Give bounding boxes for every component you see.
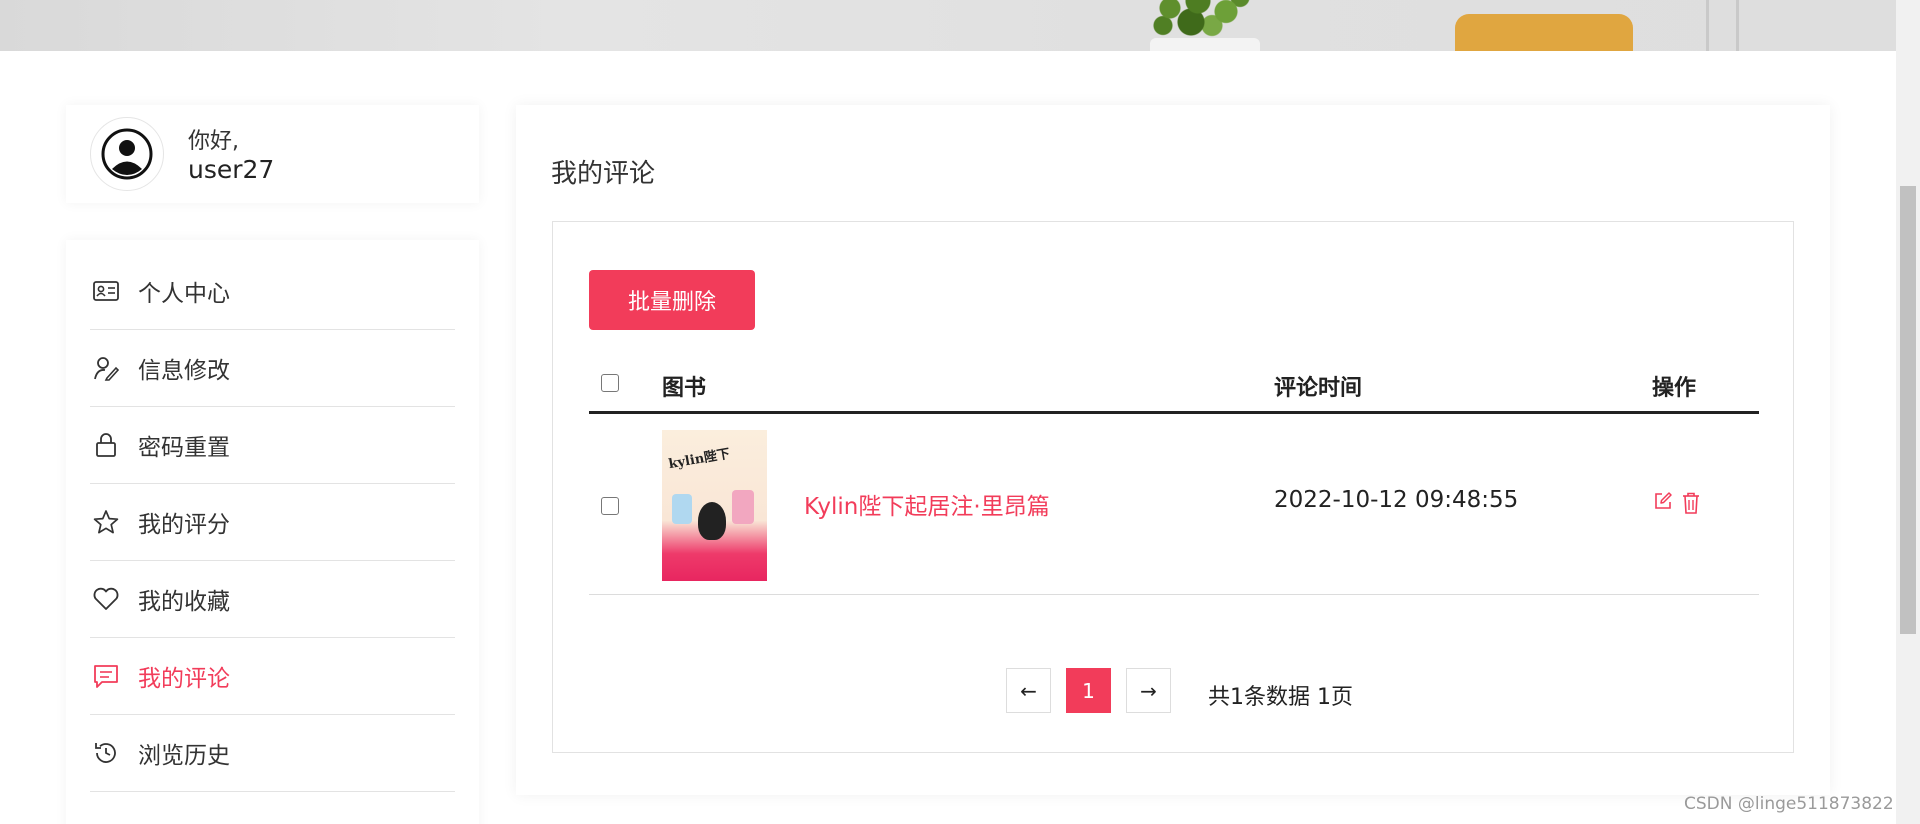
sidebar-item-label: 我的评论: [138, 666, 230, 692]
prev-page-button[interactable]: ←: [1006, 668, 1051, 713]
lock-icon: [92, 431, 120, 459]
header-banner: [0, 0, 1896, 51]
page-title: 我的评论: [551, 159, 656, 189]
chair-image: [1455, 14, 1633, 51]
cover-decoration: [732, 490, 754, 524]
avatar[interactable]: [90, 117, 164, 191]
id-card-icon: [92, 277, 120, 305]
sidebar-item-password[interactable]: 密码重置: [90, 407, 455, 484]
sidebar-item-label: 个人中心: [138, 281, 230, 307]
pagination-info: 共1条数据 1页: [1208, 685, 1353, 710]
comments-panel: 我的评论 批量删除 图书 评论时间 操作 kylin陛下 Kylin陛下起居注·…: [516, 105, 1830, 795]
table-row: kylin陛下 Kylin陛下起居注·里昂篇 2022-10-12 09:48:…: [589, 417, 1759, 595]
column-header-time: 评论时间: [1274, 376, 1363, 401]
heart-icon: [92, 585, 120, 613]
book-cover-art: kylin陛下: [667, 446, 732, 473]
sidebar-item-label: 浏览历史: [138, 743, 230, 769]
sidebar-item-comments[interactable]: 我的评论: [90, 638, 455, 715]
comment-time: 2022-10-12 09:48:55: [1274, 487, 1519, 513]
divider: [1736, 0, 1739, 51]
sidebar-item-label: 密码重置: [138, 435, 230, 461]
user-edit-icon: [92, 354, 120, 382]
cover-decoration: [698, 502, 726, 540]
select-all-checkbox[interactable]: [601, 374, 619, 392]
sidebar-item-favorites[interactable]: 我的收藏: [90, 561, 455, 638]
scrollbar-thumb[interactable]: [1900, 186, 1916, 634]
sidebar-item-label: 我的评分: [138, 512, 230, 538]
sidebar-item-history[interactable]: 浏览历史: [90, 715, 455, 792]
table-header: 图书 评论时间 操作: [589, 350, 1759, 414]
row-actions: [1653, 491, 1701, 519]
sidebar-item-profile[interactable]: 个人中心: [90, 253, 455, 330]
page-1-button[interactable]: 1: [1066, 668, 1111, 713]
sidebar-item-label: 我的收藏: [138, 589, 230, 615]
divider: [1706, 0, 1709, 51]
row-checkbox[interactable]: [601, 497, 619, 515]
book-title-link[interactable]: Kylin陛下起居注·里昂篇: [804, 487, 1050, 521]
history-icon: [92, 739, 120, 767]
edit-icon[interactable]: [1653, 491, 1673, 519]
page-scrollbar[interactable]: [1896, 0, 1920, 824]
batch-delete-button[interactable]: 批量删除: [589, 270, 755, 330]
trash-icon[interactable]: [1681, 491, 1701, 519]
comment-icon: [92, 662, 120, 690]
sidebar-menu: 个人中心 信息修改 密码重置 我的评分 我的收藏 我的评论 浏览历史: [66, 240, 479, 824]
book-cover-image[interactable]: kylin陛下: [662, 430, 767, 581]
greeting-text: 你好,: [188, 129, 239, 154]
comments-table-container: 批量删除 图书 评论时间 操作 kylin陛下 Kylin陛下起居注·里昂篇 2…: [552, 221, 1794, 753]
column-header-book: 图书: [662, 376, 707, 401]
sidebar-item-ratings[interactable]: 我的评分: [90, 484, 455, 561]
sidebar-item-edit-info[interactable]: 信息修改: [90, 330, 455, 407]
plant-pot-image: [1150, 38, 1260, 51]
watermark: CSDN @linge511873822: [1684, 794, 1894, 814]
user-card: 你好, user27: [66, 105, 479, 203]
column-header-actions: 操作: [1652, 376, 1697, 401]
next-page-button[interactable]: →: [1126, 668, 1171, 713]
cover-decoration: [672, 494, 692, 524]
username-text: user27: [188, 155, 275, 184]
star-icon: [92, 508, 120, 536]
sidebar-item-label: 信息修改: [138, 358, 230, 384]
user-avatar-icon: [101, 128, 153, 180]
